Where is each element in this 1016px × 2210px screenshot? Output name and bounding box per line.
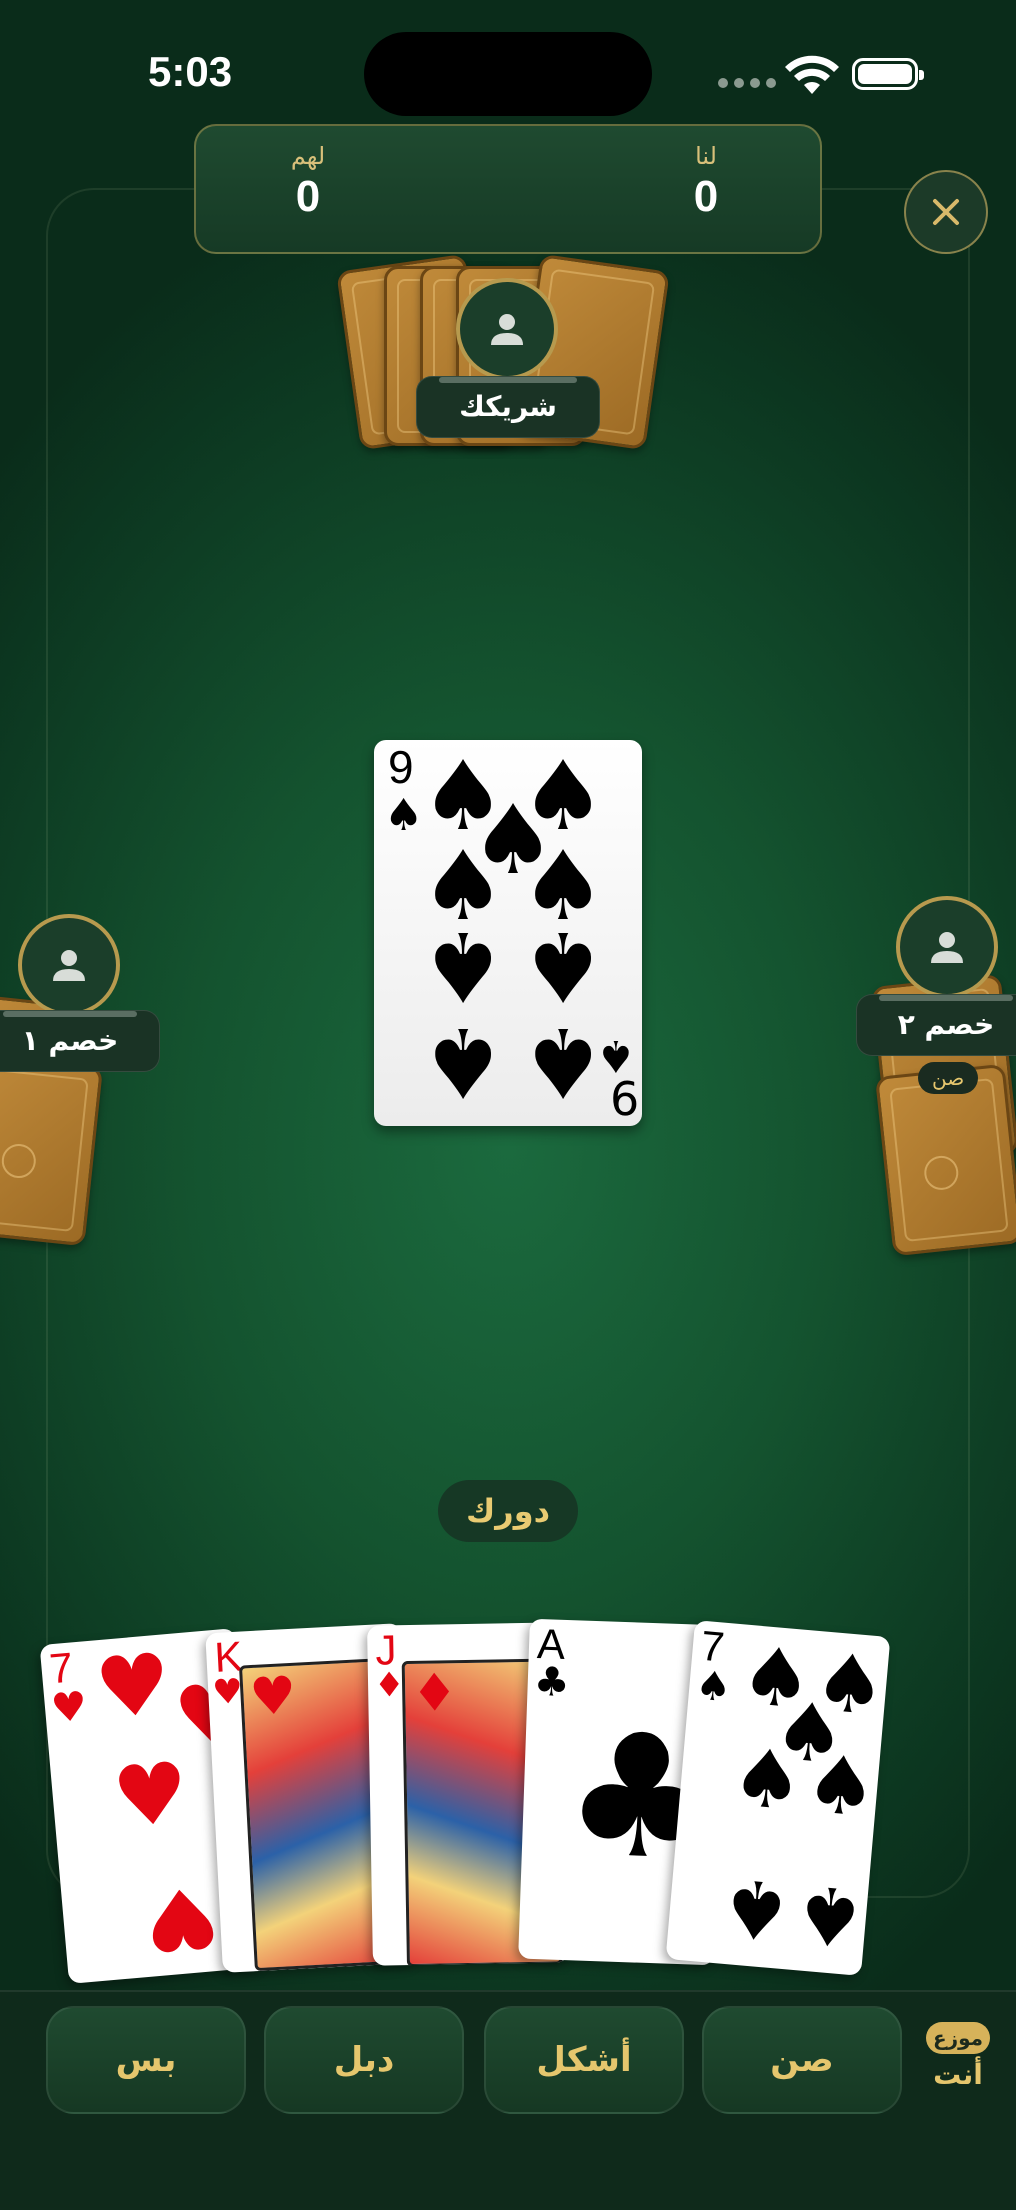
wifi-icon — [785, 55, 839, 94]
score-them-block: لهم 0 — [248, 142, 368, 222]
spade-icon: ♠ — [520, 1006, 607, 1118]
hokom-button[interactable]: أشكل — [484, 2006, 684, 2114]
score-us-block: لنا 0 — [646, 142, 766, 222]
sun-button[interactable]: صن — [702, 2006, 902, 2114]
diamond-icon: ♦ — [410, 1663, 459, 1724]
person-icon — [931, 932, 963, 963]
score-us-label: لنا — [695, 142, 717, 170]
dealer-chip: موزع — [926, 2022, 990, 2054]
person-icon — [53, 950, 85, 981]
spade-icon: ♠ — [801, 1736, 881, 1836]
opponent-2-bid-badge: صن — [918, 1062, 979, 1094]
score-them-value: 0 — [295, 172, 321, 221]
close-button[interactable] — [904, 170, 988, 254]
person-icon — [491, 314, 523, 345]
you-label: أنت — [933, 2058, 983, 2091]
double-button[interactable]: دبل — [264, 2006, 464, 2114]
score-them-label: لهم — [290, 142, 326, 170]
pass-button[interactable]: بس — [46, 2006, 246, 2114]
spade-icon: ♠ — [693, 1662, 734, 1712]
dynamic-island — [364, 32, 652, 116]
card-rank: 9 — [388, 741, 414, 793]
played-card-9-spades: 9 ♠ 9 ♠ ♠ ♠ ♠ ♠ ♠ ♠ ♠ ♠ ♠ — [374, 740, 642, 1126]
status-time: 5:03 — [148, 48, 233, 95]
score-us-value: 0 — [693, 172, 719, 221]
opponent-1-avatar — [18, 914, 120, 1016]
opponent-2-avatar — [896, 896, 998, 998]
spade-icon: ♠ — [384, 790, 424, 841]
opponent-2-name: خصم ٢ — [856, 994, 1016, 1056]
heart-icon: ♥ — [248, 1665, 298, 1729]
spade-icon: ♠ — [790, 1866, 870, 1965]
spade-icon: ♠ — [716, 1859, 796, 1959]
close-icon — [933, 199, 959, 225]
opponent-1-name: خصم ١ — [0, 1010, 160, 1072]
club-icon: ♣ — [532, 1658, 571, 1707]
spade-icon: ♠ — [727, 1730, 808, 1829]
partner-name: شريكك — [416, 376, 600, 438]
battery-icon — [852, 58, 924, 90]
heart-icon: ♥ — [139, 1866, 224, 1971]
cellular-signal-icon — [718, 78, 776, 88]
heart-icon: ♥ — [108, 1742, 193, 1848]
hand-card-7-spades[interactable]: 7 ♠ ♠ ♠ ♠ ♠ ♠ ♠ ♠ — [665, 1620, 891, 1976]
spade-icon: ♠ — [420, 1006, 507, 1118]
turn-indicator: دورك — [438, 1480, 578, 1542]
diamond-icon: ♦ — [373, 1665, 405, 1706]
partner-avatar — [456, 278, 558, 380]
heart-icon: ♥ — [49, 1683, 89, 1733]
heart-icon: ♥ — [91, 1634, 175, 1739]
